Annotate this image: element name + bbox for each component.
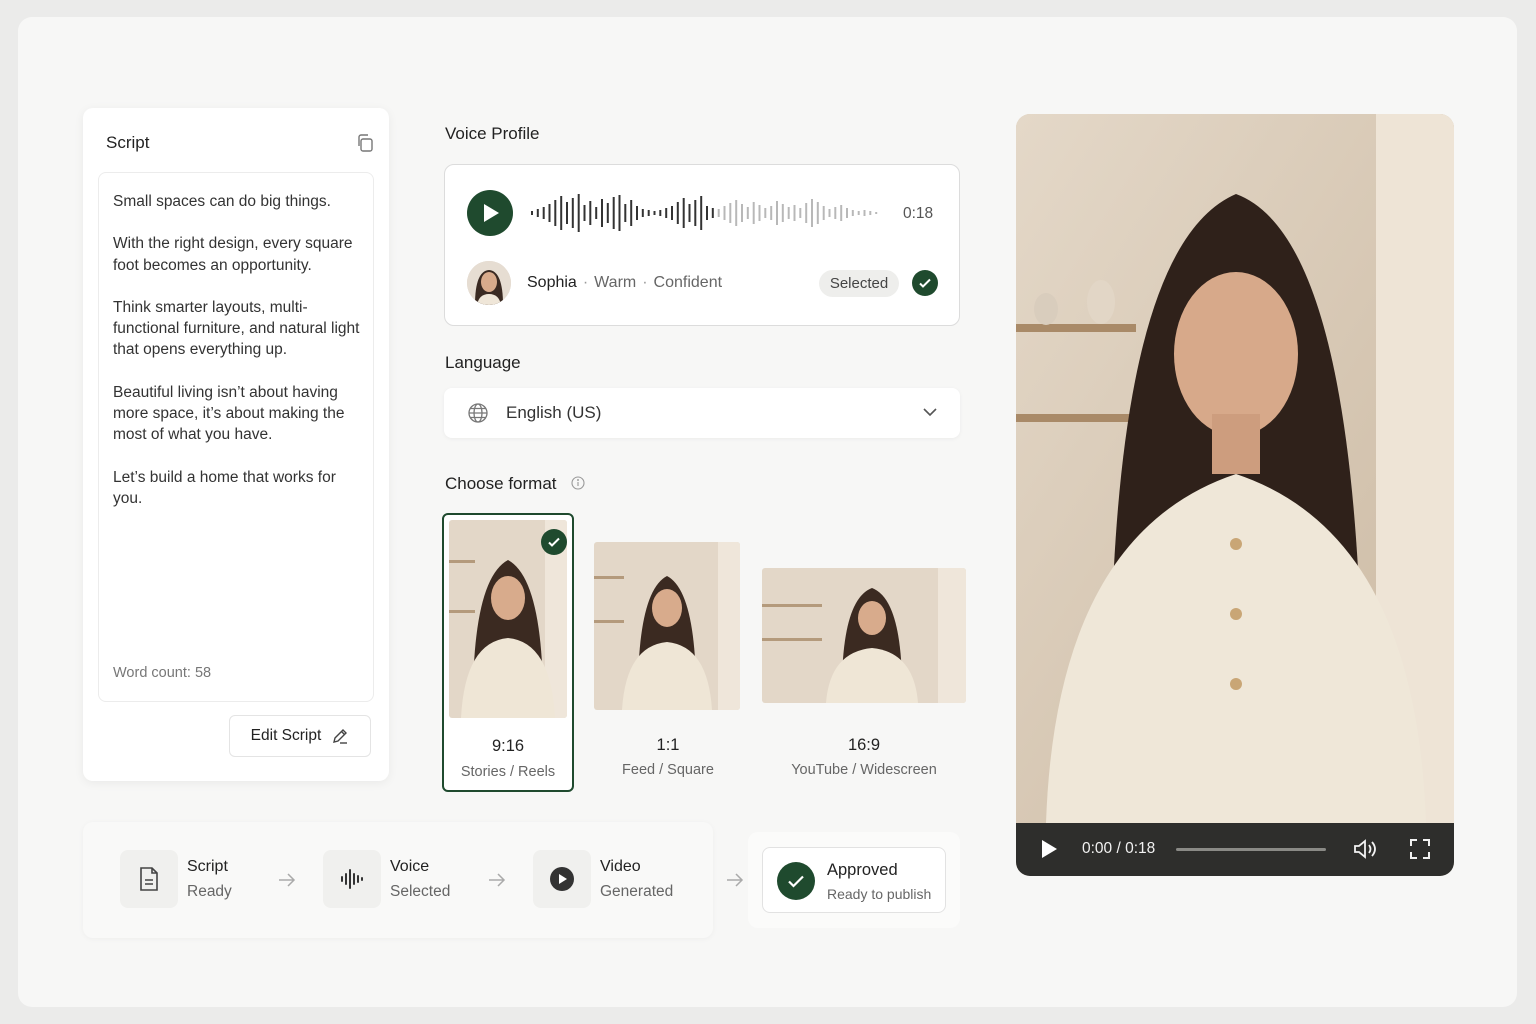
play-icon[interactable] [1040,839,1058,859]
language-heading: Language [445,353,521,372]
language-value: English (US) [506,403,602,422]
script-paragraph: Beautiful living isn’t about having more… [113,383,345,444]
workflow-step-status: Selected [390,883,451,900]
voice-profile-heading: Voice Profile [445,124,540,143]
waveform-icon [323,850,381,908]
script-paragraph: With the right design, every square foot… [113,235,353,274]
volume-icon[interactable] [1353,838,1379,860]
arrow-right-icon [727,873,744,887]
workflow-step-title: Voice [390,858,430,875]
workflow-panel: Script Ready Voice Selected Video Genera… [83,822,713,938]
arrow-right-icon [489,873,506,887]
voice-profile-card: 0:18 Sophia · Warm · Confident Selected [444,164,960,326]
workflow-step-title: Video [600,858,641,875]
check-icon [777,862,815,900]
format-label: Feed / Square [622,762,714,778]
format-option-1-1[interactable]: 1:1 Feed / Square [594,542,742,788]
chevron-down-icon [923,408,937,417]
voice-avatar [467,261,511,305]
format-option-16-9[interactable]: 16:9 YouTube / Widescreen [762,568,966,788]
script-panel-title: Script [106,133,150,152]
script-paragraph: Think smarter layouts, multi-functional … [113,298,360,359]
format-label: YouTube / Widescreen [791,762,937,778]
copy-icon[interactable] [355,133,375,153]
video-controls: 0:00 / 0:18 [1016,823,1454,876]
format-label: Stories / Reels [460,764,556,780]
workflow-step-status: Generated [600,883,674,900]
voice-duration: 0:18 [903,205,934,222]
voice-play-button[interactable] [467,190,513,236]
language-select[interactable]: English (US) [444,388,960,438]
voice-name: Sophia [527,274,577,291]
pencil-icon [333,729,348,744]
voice-tag: Confident [653,274,723,291]
edit-script-button[interactable]: Edit Script [229,715,371,757]
format-thumbnail [762,568,966,703]
video-time: 0:00 / 0:18 [1082,840,1156,857]
approved-status-card: Approved Ready to publish [762,847,946,913]
video-frame [1016,114,1454,823]
script-panel: Script Small spaces can do big things. W… [83,108,389,781]
document-icon [120,850,178,908]
format-heading: Choose format [445,474,557,493]
video-player[interactable]: 0:00 / 0:18 [1016,114,1454,876]
voice-status-badge: Selected [819,270,899,297]
approved-status: Ready to publish [827,886,932,902]
play-circle-icon [533,850,591,908]
video-progress-bar[interactable] [1176,848,1326,851]
edit-script-label: Edit Script [250,727,322,744]
script-text: Small spaces can do big things. With the… [113,191,363,530]
check-icon [912,270,938,296]
voice-meta: Sophia · Warm · Confident [527,274,723,291]
globe-icon [468,403,488,423]
info-icon[interactable] [571,476,585,490]
format-option-9-16[interactable]: 9:16 Stories / Reels [442,513,574,792]
play-icon [484,204,499,222]
word-count: Word count: 58 [113,665,212,681]
format-thumbnail [594,542,740,710]
workflow-step-title: Script [187,858,228,875]
approved-title: Approved [827,861,898,879]
format-ratio: 1:1 [656,736,680,754]
check-icon [541,529,567,555]
voice-waveform[interactable] [531,192,891,234]
script-paragraph: Let’s build a home that works for you. [113,468,336,507]
format-ratio: 16:9 [847,736,881,754]
workflow-step-status: Ready [187,883,232,900]
voice-tag: Warm [594,274,637,291]
script-paragraph: Small spaces can do big things. [113,193,331,210]
format-ratio: 9:16 [491,737,525,755]
script-text-area[interactable]: Small spaces can do big things. With the… [98,172,374,702]
arrow-right-icon [279,873,296,887]
approved-panel: Approved Ready to publish [748,832,960,928]
fullscreen-icon[interactable] [1409,838,1431,860]
